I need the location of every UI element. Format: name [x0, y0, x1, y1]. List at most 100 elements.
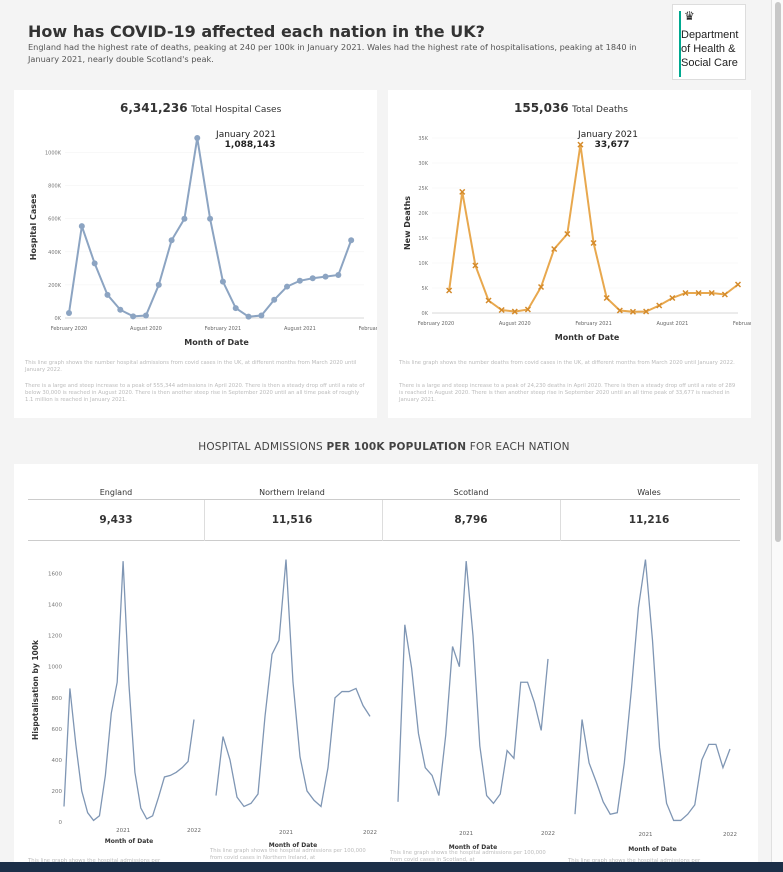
section-heading-post: FOR EACH NATION	[466, 441, 570, 453]
nation-x-tick-label: 2021	[279, 830, 293, 836]
nation-x-tick-label: 2021	[116, 828, 130, 834]
cases-note-2: There is a large and steep increase to a…	[25, 383, 365, 403]
hospital-cases-card: 6,341,236 Total Hospital Cases 0K 200K 400…	[14, 90, 377, 418]
cases-data-point	[271, 296, 278, 303]
cases-data-point	[348, 237, 355, 244]
cases-y-tick-label: 1000K	[45, 151, 62, 157]
nation-y-tick-label: 0	[59, 820, 63, 826]
nation-y-tick-label: 400	[52, 758, 63, 764]
deaths-x-axis-title: Month of Date	[555, 333, 620, 342]
logo-line-1: Department	[681, 29, 739, 41]
nation-x-tick-label: 2022	[363, 830, 377, 836]
deaths-annotation-value: 33,677	[595, 140, 630, 150]
total-deaths-value: 155,036	[514, 101, 569, 115]
cases-data-point	[322, 273, 329, 280]
cases-data-point	[78, 223, 85, 230]
cases-data-point	[232, 305, 239, 312]
cases-x-tick-label: February 2020	[51, 326, 87, 332]
cases-data-point	[66, 310, 72, 317]
nations-chart[interactable]: 0 200 400 600 800 1000 1200 1400 1600 Hispotalisa…	[14, 544, 758, 864]
cases-y-tick-label: 200K	[48, 283, 62, 289]
deaths-note-1: This line graph shows the number deaths …	[399, 360, 735, 366]
nation-series-line-0	[63, 561, 195, 822]
cases-annotation-value: 1,088,143	[225, 140, 276, 150]
cases-x-axis-title: Month of Date	[184, 338, 249, 347]
royal-crest-icon: ♛	[684, 9, 695, 23]
nation-y-tick-label: 1000	[48, 665, 62, 671]
nation-x-tick-label: 2022	[723, 832, 737, 838]
cases-data-point	[194, 134, 201, 141]
page-subtitle: England had the highest rate of deaths, …	[28, 42, 637, 64]
cases-data-point	[219, 278, 226, 285]
bottom-toolbar	[0, 862, 783, 872]
dashboard: How has COVID-19 affected each nation in…	[0, 0, 783, 872]
total-hospital-cases: 6,341,236 Total Hospital Cases	[120, 101, 281, 115]
deaths-y-tick-label: 25K	[418, 186, 428, 192]
nation-x-tick-label: 2021	[638, 832, 652, 838]
cases-data-point	[130, 313, 137, 320]
cases-data-point	[142, 312, 149, 319]
cases-data-point	[181, 215, 188, 222]
total-hospital-cases-value: 6,341,236	[120, 101, 188, 115]
total-hospital-cases-label: Total Hospital Cases	[191, 105, 282, 115]
cases-data-point	[245, 313, 252, 320]
deaths-annotation-month: January 2021	[577, 130, 638, 140]
logo-text: Department of Health & Social Care	[681, 28, 745, 70]
deaths-chart[interactable]: 0K 5K 10K 15K 20K 25K 30K 35K February 2020 Augus…	[388, 120, 751, 390]
cases-x-tick-label: August 2021	[284, 326, 316, 332]
nation-name-northern-ireland: Northern Ireland	[259, 488, 325, 497]
logo-line-2: of Health &	[681, 43, 736, 55]
nation-total-wales: 11,216	[628, 514, 670, 526]
nation-note-northern-ireland: This line graph shows the hospital admis…	[210, 848, 366, 861]
nation-x-axis-title: Month of Date	[628, 846, 676, 853]
nation-y-tick-label: 200	[52, 789, 63, 795]
cases-y-tick-label: 0K	[55, 316, 62, 322]
nation-name-england: England	[99, 488, 133, 497]
nations-card: England Northern Ireland Scotland Wales …	[14, 464, 758, 864]
cases-y-tick-label: 600K	[48, 217, 62, 223]
vertical-scrollbar[interactable]	[771, 0, 783, 862]
cases-data-point	[335, 271, 342, 278]
nation-x-tick-label: 2021	[459, 831, 473, 837]
deaths-x-tick-label: August 2020	[499, 321, 531, 327]
deaths-note-2: There is a large and steep increase to a…	[399, 383, 736, 403]
nation-y-tick-label: 800	[52, 696, 63, 702]
cases-x-tick-label: February 2022	[359, 326, 377, 332]
deaths-series-line	[448, 144, 739, 313]
nation-total-northern-ireland: 11,516	[271, 514, 313, 526]
cases-data-point	[207, 215, 214, 222]
deaths-x-tick-label: February 2020	[418, 321, 454, 327]
nation-y-tick-label: 1200	[48, 634, 62, 640]
deaths-y-tick-label: 35K	[418, 136, 428, 142]
cases-data-point	[258, 312, 265, 319]
section-heading-pre: HOSPITAL ADMISSIONS	[198, 441, 327, 453]
nation-series-line-3	[574, 559, 731, 822]
deaths-card: 155,036 Total Deaths 0K 5K 10K 15K 20K 25K 30K…	[388, 90, 751, 418]
deaths-y-tick-label: 0K	[422, 311, 429, 317]
deaths-y-tick-label: 15K	[418, 236, 428, 242]
nation-x-axis-title: Month of Date	[105, 838, 153, 845]
dhsc-logo: ♛ Department of Health & Social Care	[672, 4, 746, 80]
nation-series-line-1	[215, 559, 371, 808]
logo-line-3: Social Care	[681, 57, 738, 69]
deaths-y-tick-label: 10K	[418, 261, 428, 267]
cases-x-tick-label: February 2021	[205, 326, 241, 332]
deaths-y-tick-label: 30K	[418, 161, 428, 167]
nation-total-scotland: 8,796	[454, 514, 488, 526]
deaths-data-point	[734, 281, 742, 288]
nation-y-tick-label: 1400	[48, 603, 62, 609]
deaths-y-axis-title: New Deaths	[403, 196, 412, 250]
cases-data-point	[309, 275, 316, 282]
cases-y-tick-label: 800K	[48, 184, 62, 190]
total-deaths-label: Total Deaths	[572, 105, 628, 115]
cases-y-tick-label: 400K	[48, 250, 62, 256]
deaths-x-tick-label: February 2021	[575, 321, 611, 327]
cases-data-point	[91, 260, 98, 267]
hospital-cases-chart[interactable]: 0K 200K 400K 600K 800K 1000K February 2020 Augu…	[14, 120, 377, 390]
deaths-y-tick-label: 5K	[422, 286, 429, 292]
scrollbar-thumb[interactable]	[775, 2, 781, 542]
cases-data-point	[117, 306, 124, 313]
cases-series-line	[68, 137, 353, 318]
nation-series-line-2	[397, 561, 549, 805]
total-deaths: 155,036 Total Deaths	[514, 101, 628, 115]
